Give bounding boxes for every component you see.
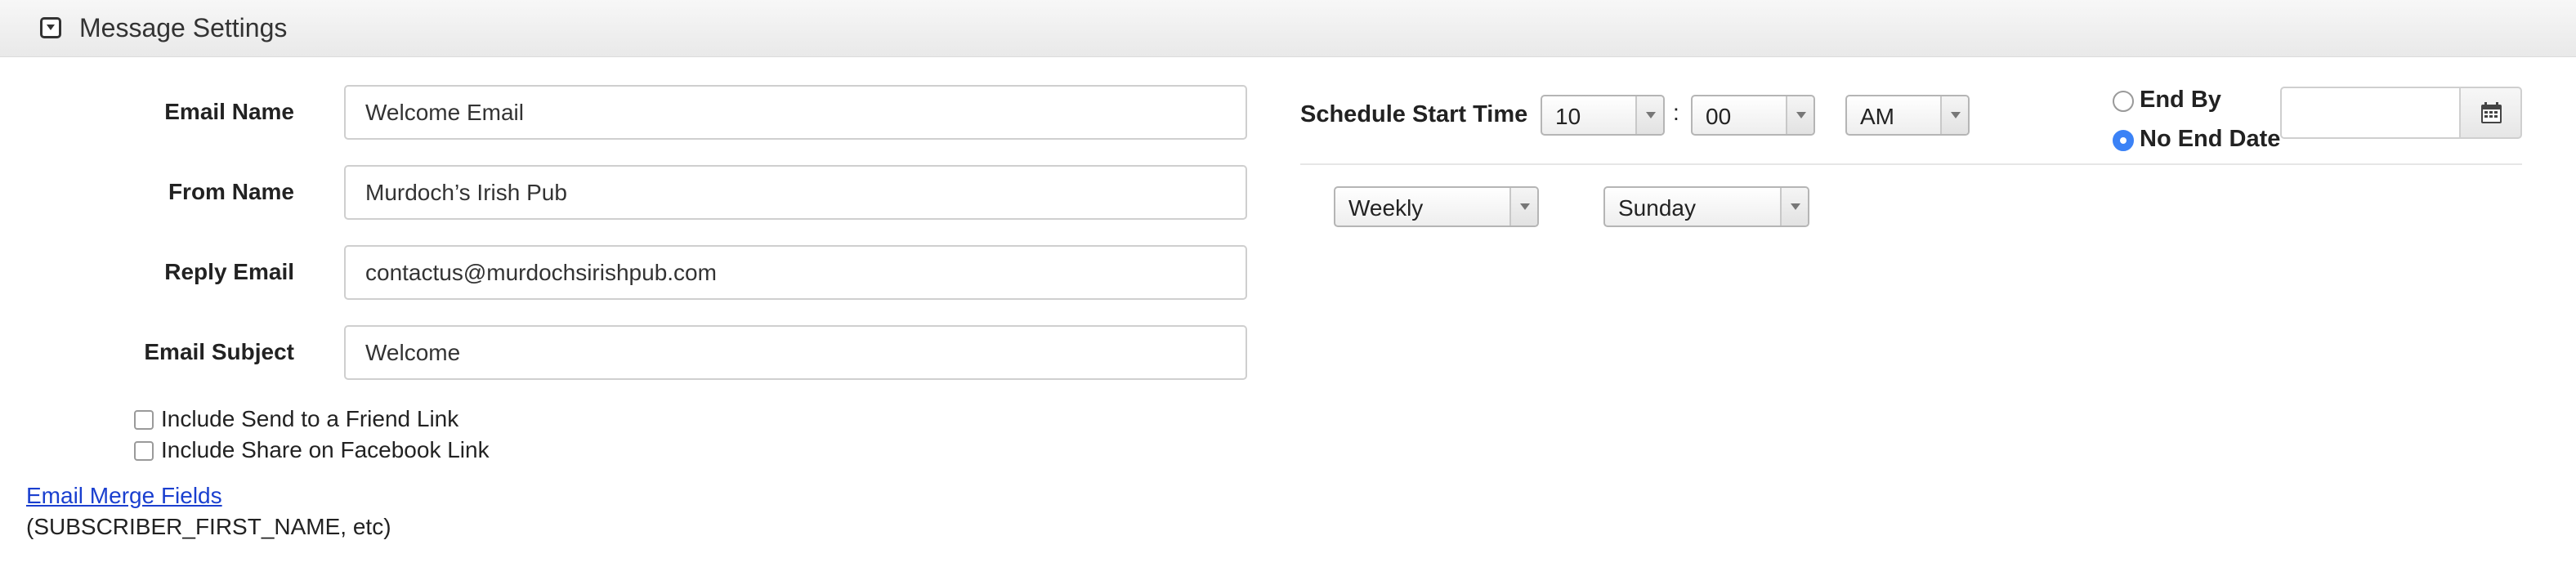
calendar-icon (2481, 102, 2502, 123)
time-separator: : (1673, 100, 1679, 125)
share-facebook-label[interactable]: Include Share on Facebook Link (161, 437, 490, 463)
send-to-friend-label[interactable]: Include Send to a Friend Link (161, 406, 458, 432)
frequency-select[interactable]: Weekly (1334, 186, 1539, 227)
email-subject-label: Email Subject (144, 339, 294, 364)
schedule-start-time-label: Schedule Start Time (1300, 101, 1528, 127)
from-name-input[interactable] (344, 165, 1247, 220)
email-merge-fields-link[interactable]: Email Merge Fields (26, 483, 222, 509)
ampm-value: AM (1860, 104, 1894, 129)
end-date-input[interactable] (2280, 87, 2460, 139)
no-end-date-radio[interactable] (2113, 130, 2134, 151)
chevron-down-icon (1635, 96, 1663, 134)
ampm-select[interactable]: AM (1845, 95, 1970, 136)
minute-select[interactable]: 00 (1691, 95, 1815, 136)
end-by-radio[interactable] (2113, 91, 2134, 112)
no-end-date-label[interactable]: No End Date (2140, 126, 2280, 153)
chevron-down-icon (1509, 188, 1537, 225)
from-name-label: From Name (168, 179, 294, 204)
reply-email-label: Reply Email (164, 259, 294, 284)
reply-email-input[interactable] (344, 245, 1247, 300)
hour-value: 10 (1555, 104, 1581, 129)
frequency-value: Weekly (1348, 195, 1424, 221)
merge-fields-note: (SUBSCRIBER_FIRST_NAME, etc) (26, 514, 391, 539)
end-by-label[interactable]: End By (2140, 87, 2221, 114)
schedule-divider (1300, 163, 2522, 165)
send-to-friend-checkbox[interactable] (134, 410, 154, 430)
day-select[interactable]: Sunday (1603, 186, 1809, 227)
chevron-down-icon (1780, 188, 1808, 225)
section-header[interactable]: Message Settings (0, 0, 2576, 57)
email-subject-input[interactable] (344, 325, 1247, 380)
share-facebook-checkbox[interactable] (134, 441, 154, 461)
day-value: Sunday (1618, 195, 1696, 221)
section-title: Message Settings (79, 13, 288, 42)
minute-value: 00 (1706, 104, 1732, 129)
email-name-label: Email Name (164, 99, 294, 124)
chevron-down-icon (1786, 96, 1813, 134)
email-name-input[interactable] (344, 85, 1247, 140)
hour-select[interactable]: 10 (1541, 95, 1665, 136)
collapse-icon[interactable] (40, 17, 61, 38)
calendar-button[interactable] (2459, 87, 2522, 139)
chevron-down-icon (1940, 96, 1968, 134)
